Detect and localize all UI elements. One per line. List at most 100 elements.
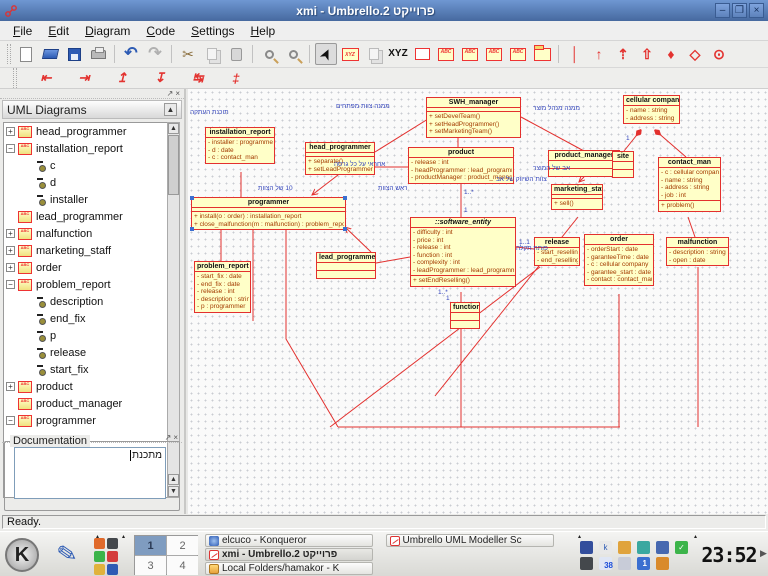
align-hcenter-button[interactable]: ↹ <box>187 67 209 89</box>
save-button[interactable] <box>63 43 85 65</box>
expand-icon[interactable]: + <box>6 246 15 255</box>
tree-item-malfunction[interactable]: + ABC malfunction <box>4 225 170 242</box>
tree-item-problem_report[interactable]: − ABC problem_report <box>4 276 170 293</box>
menu-code[interactable]: Code <box>139 22 182 40</box>
dock-close-icon[interactable]: × <box>175 89 180 98</box>
tree-item-start_fix[interactable]: start_fix <box>4 361 170 378</box>
klipper-tray-icon[interactable]: k <box>599 540 612 554</box>
taskbar-task[interactable]: elcuco - Konqueror <box>205 534 373 547</box>
menu-settings[interactable]: Settings <box>184 22 241 40</box>
paste-button[interactable] <box>225 43 247 65</box>
tree-item-order[interactable]: + ABC order <box>4 259 170 276</box>
undo-button[interactable]: ↶ <box>120 43 142 65</box>
class-malfunction[interactable]: malfunction - description : string - open … <box>666 237 729 266</box>
home-applet-icon[interactable] <box>94 538 105 549</box>
tree-item-installer[interactable]: installer <box>4 191 170 208</box>
keyboard-layout-tray-icon[interactable] <box>580 540 593 554</box>
class-product_manager[interactable]: product_manager <box>548 150 620 177</box>
cd-player-tray-icon[interactable] <box>618 556 631 570</box>
collapse-icon[interactable]: − <box>6 280 15 289</box>
cut-button[interactable]: ✂ <box>177 43 199 65</box>
panel-hide-arrow-icon[interactable]: ▶ <box>760 548 767 559</box>
object-xyz-button[interactable]: XYZ <box>339 43 361 65</box>
tree-item-end_fix[interactable]: end_fix <box>4 310 170 327</box>
redo-button[interactable]: ↷ <box>144 43 166 65</box>
association-line[interactable] <box>656 131 687 158</box>
selection-handle[interactable] <box>343 196 347 200</box>
zoom-in-button[interactable] <box>258 43 280 65</box>
pager-desktop-1[interactable]: 1 <box>135 536 166 555</box>
volume-tray-icon[interactable] <box>618 540 631 554</box>
align-vcenter-button[interactable]: ‡ <box>225 67 247 89</box>
documentation-input[interactable]: מתכנת <box>14 447 166 499</box>
align-bottom-button[interactable]: ↧ <box>149 67 171 89</box>
class-head_programmer[interactable]: head_programmer + separate() + setLeadProg… <box>305 142 375 175</box>
mail-tray-icon[interactable] <box>580 556 593 570</box>
tree-item-installation_report[interactable]: − ABC installation_report <box>4 140 170 157</box>
association-button[interactable]: │ <box>564 43 586 65</box>
tea-timer-tray-icon[interactable] <box>656 556 669 570</box>
web-globe-applet-icon[interactable] <box>107 564 118 575</box>
messenger-tray-icon[interactable] <box>637 540 650 554</box>
tree-item-d[interactable]: d <box>4 174 170 191</box>
class-a-button[interactable]: ABC <box>435 43 457 65</box>
print-button[interactable] <box>87 43 109 65</box>
selection-handle[interactable] <box>190 196 194 200</box>
selection-handle[interactable] <box>190 227 194 231</box>
toolbar-handle-2[interactable] <box>13 68 17 88</box>
expand-icon[interactable]: + <box>6 263 15 272</box>
scroll-up-icon[interactable]: ▲ <box>168 123 179 134</box>
help-lifering-applet-icon[interactable] <box>107 551 118 562</box>
taskbar-task[interactable]: Local Folders/hamakor - K <box>205 562 373 575</box>
class-c-button[interactable]: ABC <box>483 43 505 65</box>
toolbar-handle[interactable] <box>7 44 11 64</box>
minimize-button[interactable]: – <box>715 3 730 18</box>
pager-desktop-4[interactable]: 4 <box>167 556 198 575</box>
restore-button[interactable]: ❐ <box>732 3 747 18</box>
association-line[interactable] <box>345 227 372 253</box>
organizer-tray-icon[interactable]: 38 <box>599 556 613 570</box>
association-line[interactable] <box>687 216 696 238</box>
tree-item-product_manager[interactable]: ABC product_manager <box>4 395 170 412</box>
class-lead_programmer[interactable]: lead_programmer <box>316 252 376 279</box>
aggregation-button[interactable]: ◇ <box>684 43 706 65</box>
kmenu-button[interactable]: K <box>1 534 43 575</box>
uni-association-button[interactable]: ↑ <box>588 43 610 65</box>
class-problem_report[interactable]: problem_report - start_fix : date - end_fi… <box>194 261 251 313</box>
open-button[interactable] <box>39 43 61 65</box>
remote-desktop-tray-icon[interactable] <box>656 540 669 554</box>
class-SWH_manager[interactable]: SWH_manager + setDevelTeam() + setHeadProg… <box>426 97 521 138</box>
tree-item-programmer[interactable]: − ABC programmer <box>4 412 170 429</box>
class-d-button[interactable]: ABC <box>507 43 529 65</box>
copy-button[interactable] <box>201 43 223 65</box>
association-line[interactable] <box>579 177 584 182</box>
class-order[interactable]: order - orderStart : date - garanteeTime :… <box>584 234 654 286</box>
text-xyz-button[interactable]: XYZ <box>387 43 409 65</box>
security-check-tray-icon[interactable]: ✓ <box>675 540 688 554</box>
association-line[interactable] <box>520 116 585 152</box>
taskbar-task[interactable]: xmi - Umbrello.2 פרוייקט <box>205 548 373 561</box>
menu-edit[interactable]: Edit <box>41 22 76 40</box>
rect-button[interactable] <box>411 43 433 65</box>
collapse-icon[interactable]: − <box>6 416 15 425</box>
containment-button[interactable]: ⊙ <box>708 43 730 65</box>
menu-file[interactable]: File <box>6 22 39 40</box>
new-button[interactable] <box>15 43 37 65</box>
expand-icon[interactable]: + <box>6 382 15 391</box>
knotes-button[interactable]: ✎ <box>46 534 88 575</box>
close-button[interactable]: × <box>749 3 764 18</box>
tree-item-p[interactable]: p <box>4 327 170 344</box>
tree-item-product[interactable]: + ABC product <box>4 378 170 395</box>
expand-icon[interactable]: + <box>6 127 15 136</box>
taskbar-task[interactable]: Umbrello UML Modeller Sc <box>385 534 554 547</box>
association-line[interactable] <box>312 174 339 195</box>
tree-item-release[interactable]: release <box>4 344 170 361</box>
desktop-share-tray-icon[interactable]: 1 <box>637 556 650 570</box>
class-site[interactable]: site <box>612 151 634 178</box>
align-top-button[interactable]: ↥ <box>111 67 133 89</box>
tree-item-c[interactable]: c <box>4 157 170 174</box>
class-software_entity[interactable]: ::software_entity - difficulty : int - pri… <box>410 217 516 287</box>
class-installation_report[interactable]: installation_report - installer : program… <box>205 127 275 164</box>
selection-handle[interactable] <box>343 227 347 231</box>
composition-button[interactable]: ♦ <box>660 43 682 65</box>
